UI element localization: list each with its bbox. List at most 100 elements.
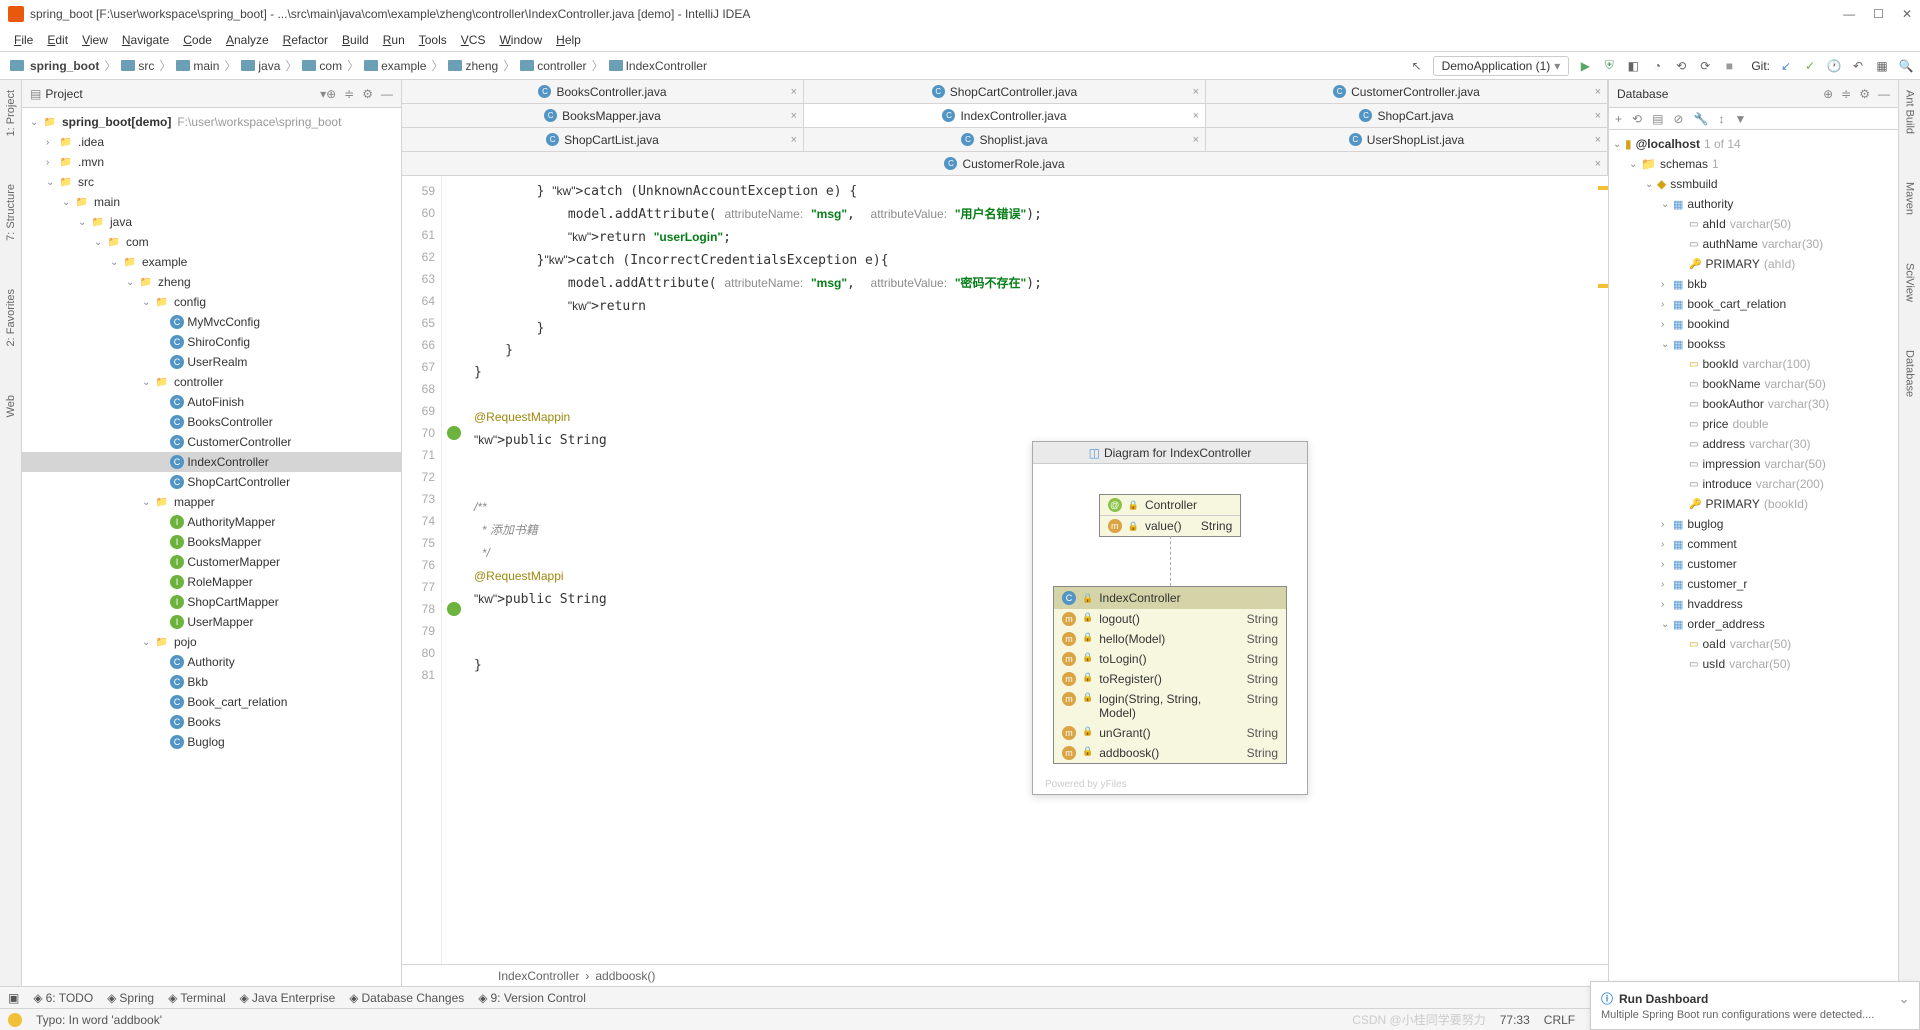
tab-close-icon[interactable]: × [791, 110, 797, 122]
tab-close-icon[interactable]: × [1595, 86, 1601, 98]
menu-code[interactable]: Code [177, 31, 218, 49]
db-tree-item[interactable]: ▭ahIdvarchar(50) [1609, 214, 1898, 234]
db-tx-icon[interactable]: ↕ [1718, 112, 1724, 126]
db-filter-icon[interactable]: ▼ [1734, 112, 1746, 126]
menu-analyze[interactable]: Analyze [220, 31, 275, 49]
db-sync-icon[interactable]: ⟲ [1632, 112, 1642, 126]
attach2-icon[interactable]: ⟳ [1697, 58, 1713, 74]
tab-close-icon[interactable]: × [1193, 134, 1199, 146]
breadcrumb-item[interactable]: zheng [444, 59, 502, 73]
breadcrumb-item[interactable]: java [237, 59, 284, 73]
db-new-icon[interactable]: ⊕ [1823, 87, 1833, 101]
attach-icon[interactable]: ⟲ [1673, 58, 1689, 74]
tree-item[interactable]: C Bkb [22, 672, 401, 692]
left-stripe-web[interactable]: Web [5, 391, 17, 421]
tree-item[interactable]: ⌄📁config [22, 292, 401, 312]
profile-icon[interactable]: ◔ [1649, 58, 1665, 74]
tree-root[interactable]: ⌄📁spring_boot [demo]F:\user\workspace\sp… [22, 112, 401, 132]
menu-edit[interactable]: Edit [41, 31, 74, 49]
collapse-icon[interactable]: ≑ [344, 87, 354, 101]
right-stripe-maven[interactable]: Maven [1904, 178, 1916, 219]
tree-item[interactable]: I AuthorityMapper [22, 512, 401, 532]
db-settings-icon[interactable]: ⚙ [1859, 87, 1870, 101]
db-tree-item[interactable]: 🔑PRIMARY(ahId) [1609, 254, 1898, 274]
breadcrumb-item[interactable]: spring_boot [6, 59, 103, 73]
tree-item[interactable]: ⌄📁example [22, 252, 401, 272]
bottom-tool-terminal[interactable]: ◈Terminal [168, 991, 226, 1005]
project-tree[interactable]: ⌄📁spring_boot [demo]F:\user\workspace\sp… [22, 108, 401, 986]
db-tree-item[interactable]: ⌄▦authority [1609, 194, 1898, 214]
bulb-icon[interactable] [8, 1013, 22, 1027]
uml-method[interactable]: m🔒logout()String [1054, 609, 1286, 629]
right-stripe-database[interactable]: Database [1904, 346, 1916, 401]
breadcrumb-item[interactable]: main [172, 59, 223, 73]
db-tree-item[interactable]: ▭pricedouble [1609, 414, 1898, 434]
menu-tools[interactable]: Tools [413, 31, 453, 49]
tree-item[interactable]: C ShopCartController [22, 472, 401, 492]
editor-tab[interactable]: CBooksController.java× [402, 80, 804, 103]
right-stripe-sciview[interactable]: SciView [1904, 259, 1916, 306]
tab-close-icon[interactable]: × [791, 134, 797, 146]
debug-icon[interactable]: ⛨ [1601, 58, 1617, 74]
menu-build[interactable]: Build [336, 31, 375, 49]
spring-gutter-icon[interactable] [447, 426, 461, 440]
tree-item[interactable]: C Authority [22, 652, 401, 672]
db-tree-item[interactable]: ›▦bkb [1609, 274, 1898, 294]
search-icon[interactable]: 🔍 [1898, 58, 1914, 74]
tree-item[interactable]: C IndexController [22, 452, 401, 472]
uml-method[interactable]: m🔒login(String, String, Model)String [1054, 689, 1286, 723]
tree-item[interactable]: C UserRealm [22, 352, 401, 372]
db-tree-item[interactable]: ›▦buglog [1609, 514, 1898, 534]
hide-icon[interactable]: — [381, 87, 393, 101]
tab-close-icon[interactable]: × [1595, 110, 1601, 122]
menu-refactor[interactable]: Refactor [277, 31, 334, 49]
tab-close-icon[interactable]: × [1193, 110, 1199, 122]
tree-item[interactable]: ⌄📁controller [22, 372, 401, 392]
db-hide-icon[interactable]: — [1878, 87, 1890, 101]
coverage-icon[interactable]: ◧ [1625, 58, 1641, 74]
db-root[interactable]: ⌄▮@localhost1 of 14 [1609, 134, 1898, 154]
tab-close-icon[interactable]: × [1193, 86, 1199, 98]
tree-item[interactable]: ⌄📁mapper [22, 492, 401, 512]
db-tree-item[interactable]: ›▦customer_r [1609, 574, 1898, 594]
db-tree-item[interactable]: ›▦book_cart_relation [1609, 294, 1898, 314]
db-tree-item[interactable]: ▭introducevarchar(200) [1609, 474, 1898, 494]
db-tree-item[interactable]: ▭addressvarchar(30) [1609, 434, 1898, 454]
tree-item[interactable]: C Book_cart_relation [22, 692, 401, 712]
menu-vcs[interactable]: VCS [455, 31, 492, 49]
menu-run[interactable]: Run [377, 31, 411, 49]
db-tree-item[interactable]: ▭impressionvarchar(50) [1609, 454, 1898, 474]
editor-tab[interactable]: CIndexController.java× [804, 104, 1206, 127]
run-dashboard-notification[interactable]: ⓘRun Dashboard⌄ Multiple Spring Boot run… [1590, 981, 1920, 1030]
uml-method[interactable]: m🔒toLogin()String [1054, 649, 1286, 669]
uml-method[interactable]: m🔒toRegister()String [1054, 669, 1286, 689]
db-tree-item[interactable]: ⌄▦bookss [1609, 334, 1898, 354]
tree-item[interactable]: ›📁.idea [22, 132, 401, 152]
editor-breadcrumb[interactable]: IndexController › addboosk() [402, 964, 1608, 986]
error-stripe[interactable] [1596, 176, 1608, 964]
uml-method[interactable]: m🔒hello(Model)String [1054, 629, 1286, 649]
tree-item[interactable]: ⌄📁java [22, 212, 401, 232]
tree-item[interactable]: I CustomerMapper [22, 552, 401, 572]
tree-item[interactable]: C MyMvcConfig [22, 312, 401, 332]
db-collapse-icon[interactable]: ≑ [1841, 87, 1851, 101]
git-commit-icon[interactable]: ✓ [1802, 58, 1818, 74]
git-history-icon[interactable]: 🕐 [1826, 58, 1842, 74]
locate-icon[interactable]: ⊕ [326, 87, 336, 101]
uml-method[interactable]: m🔒addboosk()String [1054, 743, 1286, 763]
tree-item[interactable]: ⌄📁src [22, 172, 401, 192]
stop-icon[interactable]: ■ [1721, 58, 1737, 74]
right-stripe-ant-build[interactable]: Ant Build [1904, 86, 1916, 138]
uml-method[interactable]: m🔒unGrant()String [1054, 723, 1286, 743]
breadcrumb-item[interactable]: example [360, 59, 430, 73]
tree-item[interactable]: I BooksMapper [22, 532, 401, 552]
db-tree-item[interactable]: ▭oaIdvarchar(50) [1609, 634, 1898, 654]
editor-tab[interactable]: CShopCart.java× [1206, 104, 1608, 127]
tree-item[interactable]: C Books [22, 712, 401, 732]
tab-close-icon[interactable]: × [1595, 134, 1601, 146]
tree-item[interactable]: I RoleMapper [22, 572, 401, 592]
tree-item[interactable]: ⌄📁com [22, 232, 401, 252]
uml-annotation-box[interactable]: @🔒Controller m🔒value() String [1099, 494, 1242, 537]
run-icon[interactable]: ▶ [1577, 58, 1593, 74]
tree-item[interactable]: C Buglog [22, 732, 401, 752]
